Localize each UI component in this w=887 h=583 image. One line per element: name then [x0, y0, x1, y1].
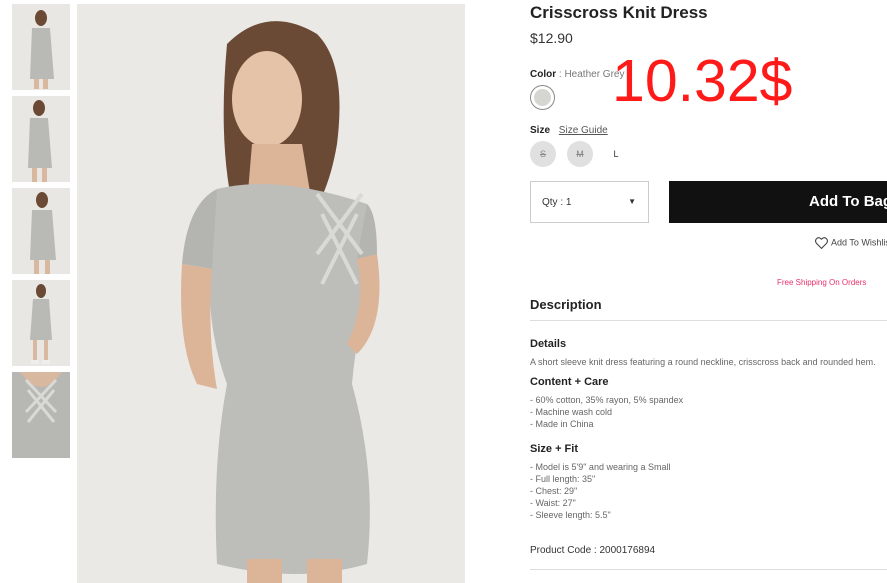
fit-line: - Waist: 27"	[530, 498, 576, 508]
color-label: Color	[530, 69, 557, 80]
overlay-price-annotation: 10.32$	[612, 48, 793, 114]
wishlist-label: Add To Wishlist	[831, 237, 887, 248]
divider	[530, 569, 887, 570]
content-line: - Made in China	[530, 419, 594, 429]
size-label: Size	[530, 125, 551, 136]
thumbnail-2[interactable]	[12, 96, 70, 182]
color-value: Heather Grey	[564, 69, 625, 80]
thumbnail-list	[12, 4, 70, 464]
free-shipping-notice: Free Shipping On Orders	[777, 278, 867, 287]
divider	[530, 320, 887, 321]
size-option-m[interactable]: M	[567, 141, 593, 167]
product-price: $12.90	[530, 30, 573, 46]
size-selector-label: Size Size Guide	[530, 125, 608, 136]
content-line: - 60% cotton, 35% rayon, 5% spandex	[530, 395, 684, 405]
product-code: Product Code : 2000176894	[530, 545, 656, 556]
fit-line: - Model is 5'9" and wearing a Small	[530, 462, 671, 472]
size-option-s[interactable]: S	[530, 141, 556, 167]
details-heading: Details	[530, 338, 567, 350]
color-selector-label: Color : Heather Grey	[530, 69, 624, 80]
size-guide-link[interactable]: Size Guide	[559, 125, 608, 136]
quantity-select[interactable]: Qty : 1 ▼	[530, 181, 649, 223]
add-to-wishlist-link[interactable]: Add To Wishlist	[815, 237, 887, 250]
product-main-image	[77, 4, 465, 583]
details-text: A short sleeve knit dress featuring a ro…	[530, 357, 876, 367]
thumbnail-5[interactable]	[12, 372, 70, 458]
description-heading: Description	[530, 297, 602, 312]
product-title: Crisscross Knit Dress	[530, 3, 708, 22]
add-to-bag-button[interactable]: Add To Bag	[669, 181, 887, 223]
size-fit-heading: Size + Fit	[530, 443, 578, 455]
thumbnail-4[interactable]	[12, 280, 70, 366]
content-care-heading: Content + Care	[530, 376, 609, 388]
fit-line: - Full length: 35"	[530, 474, 596, 484]
chevron-down-icon: ▼	[628, 197, 636, 206]
size-option-l[interactable]: L	[603, 141, 629, 167]
thumbnail-1[interactable]	[12, 4, 70, 90]
fit-line: - Sleeve length: 5.5"	[530, 510, 611, 520]
fit-line: - Chest: 29"	[530, 486, 578, 496]
thumbnail-3[interactable]	[12, 188, 70, 274]
content-line: - Machine wash cold	[530, 407, 613, 417]
heart-icon	[815, 237, 828, 250]
color-swatch-heather-grey[interactable]	[530, 85, 555, 110]
quantity-label: Qty : 1	[542, 197, 572, 208]
